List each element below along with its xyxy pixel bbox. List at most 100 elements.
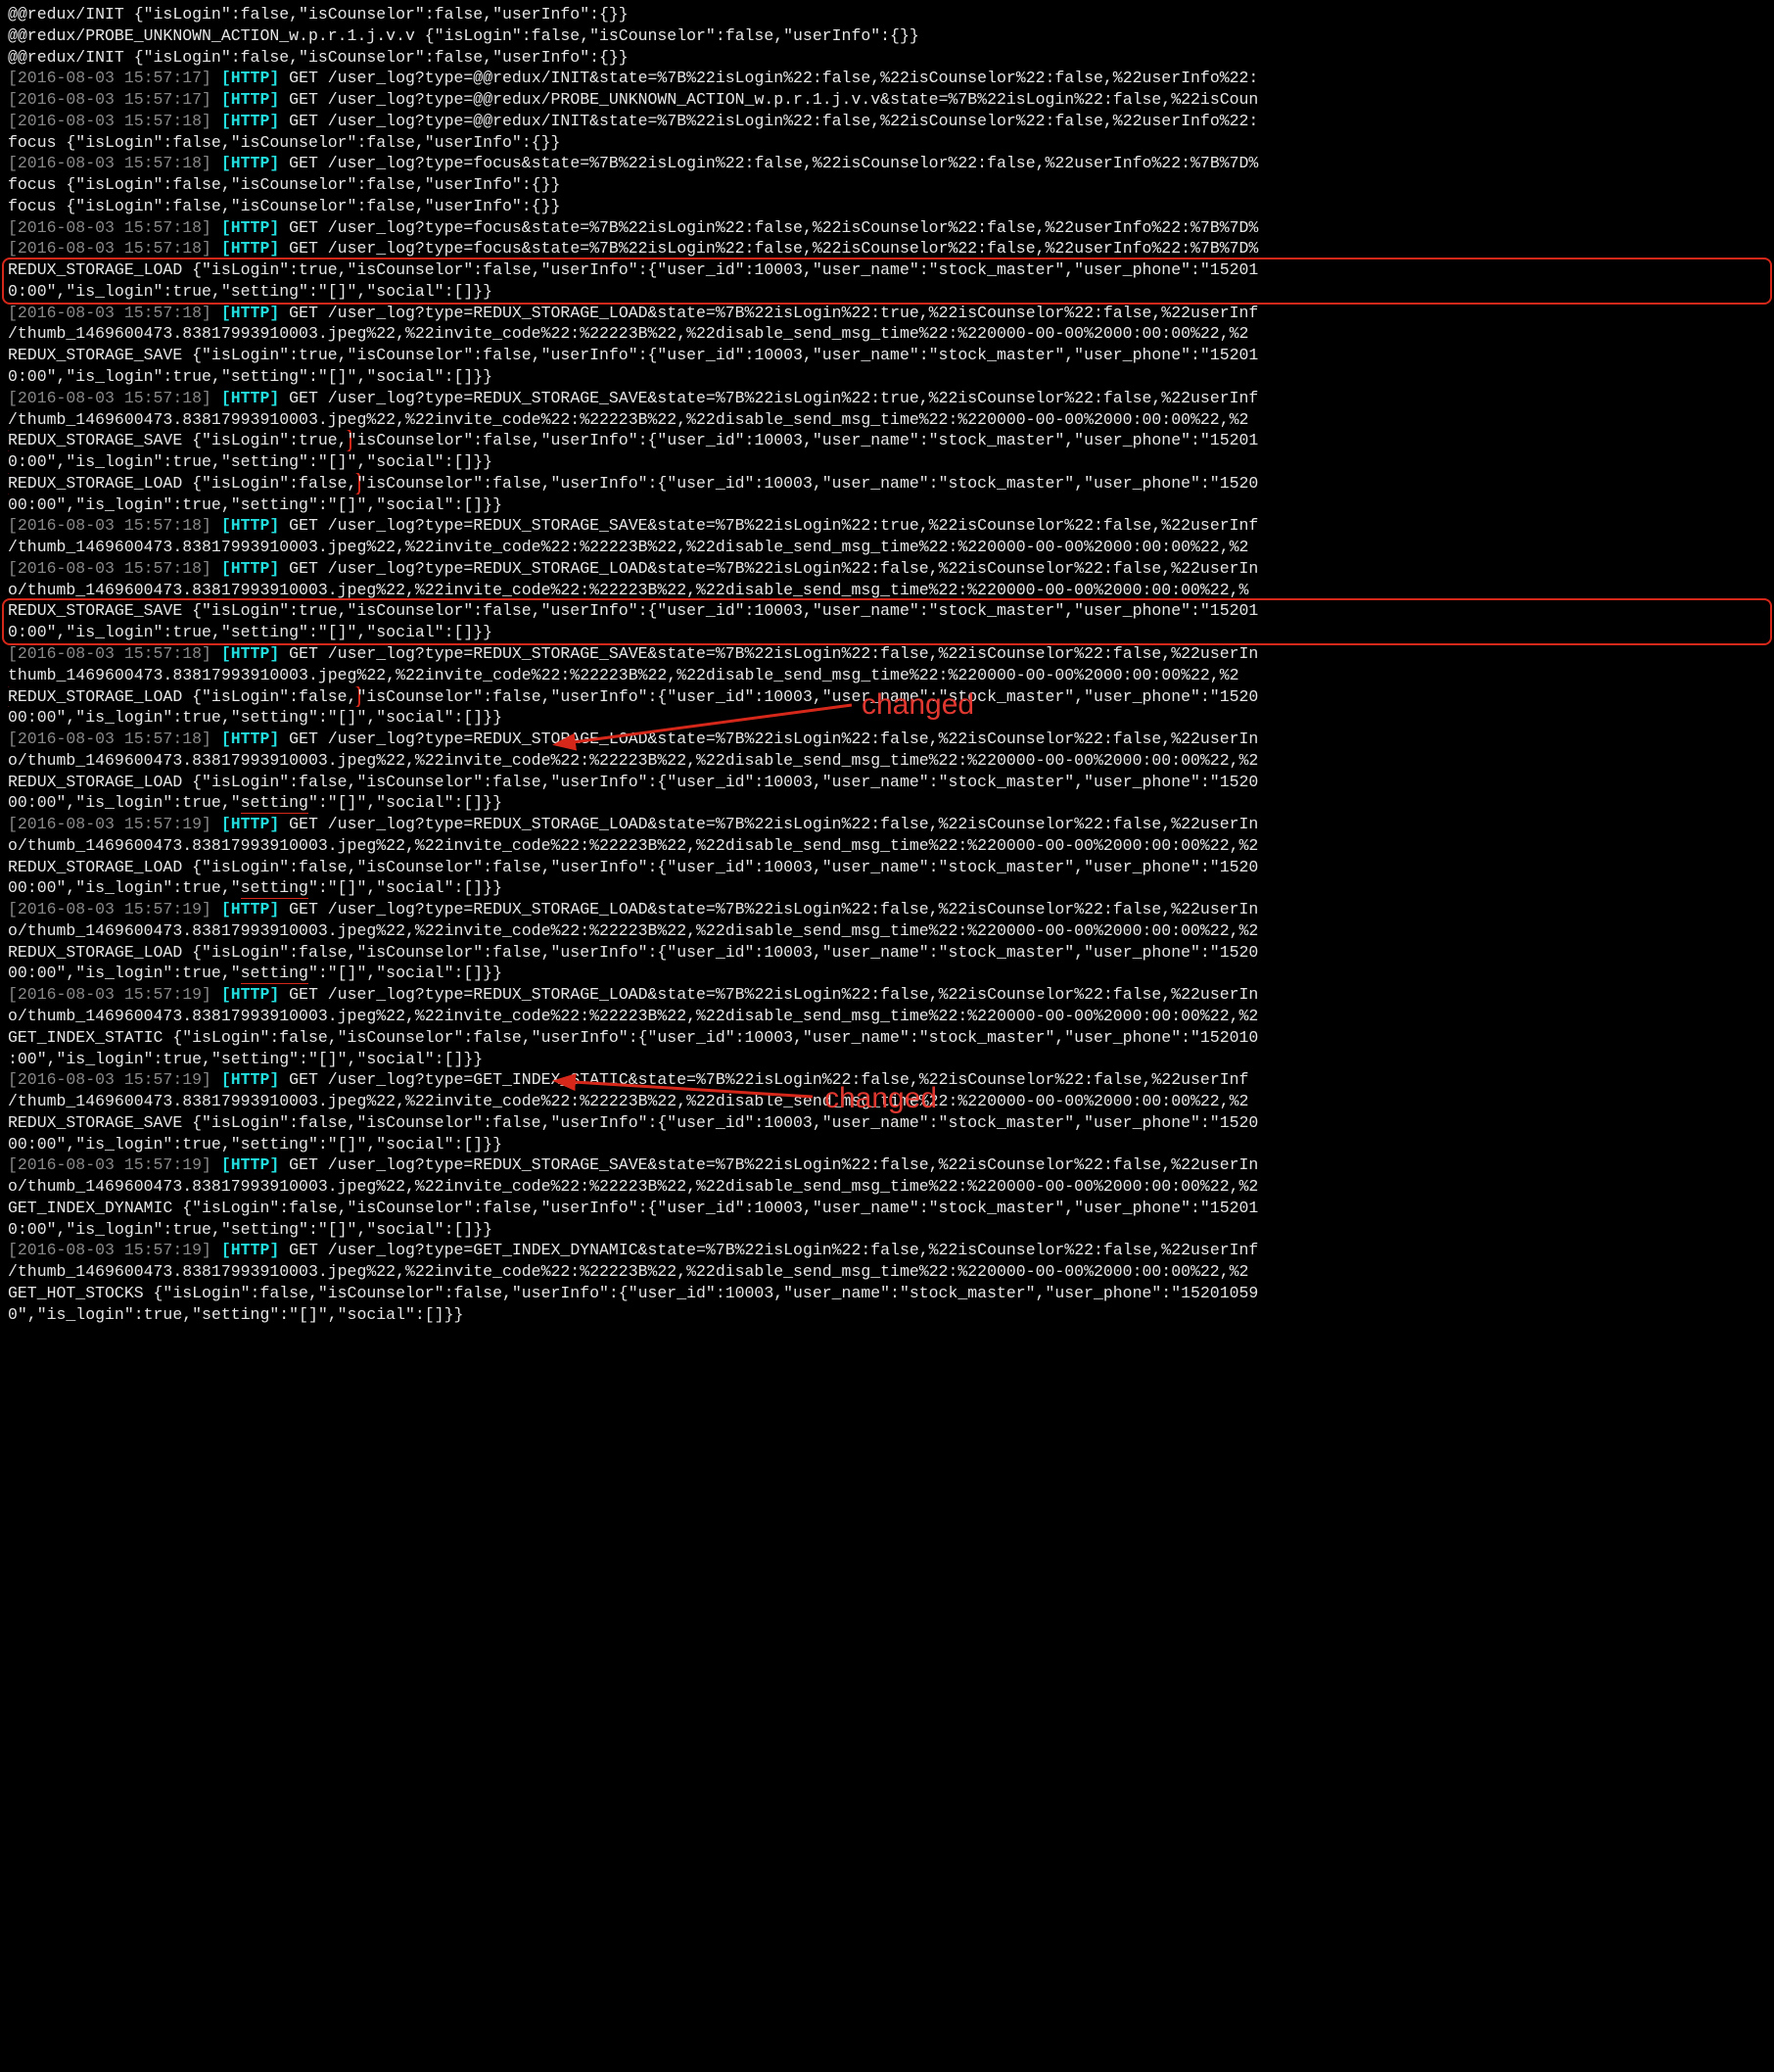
highlight-box: REDUX_STORAGE_LOAD {"isLogin":true,"isCo…: [2, 258, 1772, 305]
http-tag: [HTTP]: [221, 112, 279, 130]
log-text: REDUX_STORAGE_LOAD {": [8, 858, 211, 876]
log-text: REDUX_STORAGE_SAVE {"isLogin":true,"isCo…: [8, 601, 1258, 620]
log-line: o/thumb_1469600473.83817993910003.jpeg%2…: [8, 1176, 1766, 1198]
underline-highlight: setting: [241, 964, 308, 984]
log-text: 00:00","is_login":true,": [8, 964, 241, 982]
log-text: GET /user_log?type=focus&state=%7B%22isL…: [279, 154, 1258, 172]
http-tag: [HTTP]: [221, 516, 279, 535]
log-text: 0:00","is_login":true,"setting":"[]","so…: [8, 282, 492, 301]
log-line: [2016-08-03 15:57:19] [HTTP] GET /user_l…: [8, 984, 1766, 1006]
log-text: GET /user_log?type=REDUX_STORAGE_LOAD&st…: [279, 730, 1258, 748]
timestamp: [2016-08-03 15:57:18]: [8, 559, 211, 578]
log-text: "isCounselor":false,"userInfo":{"user_id…: [356, 687, 1258, 706]
underline-highlight: setting: [241, 793, 308, 814]
log-text: 00:00","is_login":true,"setting":"[]","s…: [8, 708, 502, 727]
terminal-log[interactable]: @@redux/INIT {"isLogin":false,"isCounsel…: [0, 0, 1774, 1344]
highlight-inline: REDUX_STORAGE_LOAD {"isLogin":false,: [8, 473, 360, 494]
timestamp: [2016-08-03 15:57:18]: [8, 516, 211, 535]
log-line: REDUX_STORAGE_LOAD {"isLogin":false,"isC…: [8, 473, 1766, 494]
log-line: o/thumb_1469600473.83817993910003.jpeg%2…: [8, 835, 1766, 857]
log-line: @@redux/INIT {"isLogin":false,"isCounsel…: [8, 47, 1766, 69]
log-line: REDUX_STORAGE_LOAD {"isLogin":false,"isC…: [8, 942, 1766, 964]
log-line: [2016-08-03 15:57:19] [HTTP] GET /user_l…: [8, 899, 1766, 920]
log-line: /thumb_1469600473.83817993910003.jpeg%22…: [8, 409, 1766, 431]
highlight-inline: REDUX_STORAGE_SAVE {"isLogin":true,: [8, 430, 351, 451]
log-line: REDUX_STORAGE_SAVE {"isLogin":true,"isCo…: [8, 430, 1766, 451]
log-line: [2016-08-03 15:57:18] [HTTP] GET /user_l…: [8, 515, 1766, 537]
log-line: 0:00","is_login":true,"setting":"[]","so…: [8, 451, 1766, 473]
http-tag: [HTTP]: [221, 218, 279, 237]
log-line: 00:00","is_login":true,"setting":"[]","s…: [8, 792, 1766, 814]
log-text: "isCounselor":false,"userInfo":{"user_id…: [356, 474, 1258, 493]
log-line: REDUX_STORAGE_LOAD {"isLogin":false,"isC…: [8, 772, 1766, 793]
log-line: [2016-08-03 15:57:17] [HTTP] GET /user_l…: [8, 68, 1766, 89]
log-text: o/thumb_1469600473.83817993910003.jpeg%2…: [8, 751, 1258, 770]
log-text: REDUX_STORAGE_LOAD {": [8, 943, 211, 962]
log-line: REDUX_STORAGE_LOAD {"isLogin":false,"isC…: [8, 686, 1766, 708]
log-text: o/thumb_1469600473.83817993910003.jpeg%2…: [8, 1177, 1258, 1196]
log-line: focus {"isLogin":false,"isCounselor":fal…: [8, 174, 1766, 196]
timestamp: [2016-08-03 15:57:19]: [8, 900, 211, 918]
log-text: @@redux/INIT {"isLogin":false,"isCounsel…: [8, 48, 629, 67]
log-text: /thumb_1469600473.83817993910003.jpeg%22…: [8, 410, 1248, 429]
log-line: GET_INDEX_STATIC {"isLogin":false,"isCou…: [8, 1027, 1766, 1049]
log-line: 00:00","is_login":true,"setting":"[]","s…: [8, 707, 1766, 729]
log-text: :00","is_login":true,"setting":"[]","soc…: [8, 1050, 483, 1068]
log-text: 0:00","is_login":true,"setting":"[]","so…: [8, 1220, 492, 1239]
log-line: GET_HOT_STOCKS {"isLogin":false,"isCouns…: [8, 1283, 1766, 1304]
log-line: 0:00","is_login":true,"setting":"[]","so…: [8, 281, 1766, 303]
log-line: /thumb_1469600473.83817993910003.jpeg%22…: [8, 537, 1766, 558]
timestamp: [2016-08-03 15:57:18]: [8, 218, 211, 237]
log-text: ":"[]","social":[]}}: [308, 878, 502, 897]
log-text: 00:00","is_login":true,": [8, 793, 241, 812]
log-text: /thumb_1469600473.83817993910003.jpeg%22…: [8, 1092, 1248, 1110]
log-line: o/thumb_1469600473.83817993910003.jpeg%2…: [8, 920, 1766, 942]
log-line: [2016-08-03 15:57:18] [HTTP] GET /user_l…: [8, 111, 1766, 132]
log-text: GET /user_log?type=GET_INDEX_DYNAMIC&sta…: [279, 1241, 1258, 1259]
log-line: 0:00","is_login":true,"setting":"[]","so…: [8, 1219, 1766, 1241]
log-text: GET /user_log?type=REDUX_STORAGE_SAVE&st…: [279, 516, 1258, 535]
log-text: REDUX_STORAGE_SAVE {"isLogin":true,"isCo…: [8, 346, 1258, 364]
http-tag: [HTTP]: [221, 69, 279, 87]
log-text: GET_INDEX_DYNAMIC {"isLogin":false,"isCo…: [8, 1199, 1258, 1217]
timestamp: [2016-08-03 15:57:17]: [8, 90, 211, 109]
log-line: [2016-08-03 15:57:17] [HTTP] GET /user_l…: [8, 89, 1766, 111]
log-text: GET /user_log?type=REDUX_STORAGE_LOAD&st…: [279, 559, 1258, 578]
log-line: o/thumb_1469600473.83817993910003.jpeg%2…: [8, 1006, 1766, 1027]
log-text: GET /user_log?type=REDUX_STORAGE_SAVE&st…: [279, 389, 1258, 407]
log-text: ":"[]","social":[]}}: [308, 793, 502, 812]
log-line: :00","is_login":true,"setting":"[]","soc…: [8, 1049, 1766, 1070]
log-line: 0","is_login":true,"setting":"[]","socia…: [8, 1304, 1766, 1326]
log-line: [2016-08-03 15:57:18] [HTTP] GET /user_l…: [8, 217, 1766, 239]
timestamp: [2016-08-03 15:57:18]: [8, 154, 211, 172]
log-line: [2016-08-03 15:57:18] [HTTP] GET /user_l…: [8, 153, 1766, 174]
log-line: o/thumb_1469600473.83817993910003.jpeg%2…: [8, 580, 1766, 601]
http-tag: [HTTP]: [221, 304, 279, 322]
log-line: @@redux/INIT {"isLogin":false,"isCounsel…: [8, 4, 1766, 25]
log-line: 00:00","is_login":true,"setting":"[]","s…: [8, 494, 1766, 516]
log-line: [2016-08-03 15:57:18] [HTTP] GET /user_l…: [8, 558, 1766, 580]
timestamp: [2016-08-03 15:57:18]: [8, 389, 211, 407]
log-line: 00:00","is_login":true,"setting":"[]","s…: [8, 1134, 1766, 1155]
log-text: REDUX_STORAGE_LOAD {": [8, 773, 211, 791]
log-text: /thumb_1469600473.83817993910003.jpeg%22…: [8, 1262, 1248, 1281]
http-tag: [HTTP]: [221, 1070, 279, 1089]
log-text: ,"isCounselor":false,"userInfo":{"user_i…: [348, 858, 1259, 876]
log-text: GET /user_log?type=focus&state=%7B%22isL…: [279, 218, 1258, 237]
log-text: GET /user_log?type=REDUX_STORAGE_LOAD&st…: [279, 900, 1258, 918]
log-text: 0:00","is_login":true,"setting":"[]","so…: [8, 623, 492, 641]
log-text: GET_INDEX_STATIC {"isLogin":false,"isCou…: [8, 1028, 1258, 1047]
log-line: [2016-08-03 15:57:19] [HTTP] GET /user_l…: [8, 1154, 1766, 1176]
log-text: /thumb_1469600473.83817993910003.jpeg%22…: [8, 538, 1248, 556]
underline-highlight: isLogin":false,: [211, 943, 357, 964]
log-line: thumb_1469600473.83817993910003.jpeg%22,…: [8, 665, 1766, 686]
log-line: [2016-08-03 15:57:18] [HTTP] GET /user_l…: [8, 388, 1766, 409]
timestamp: [2016-08-03 15:57:19]: [8, 1070, 211, 1089]
log-text: GET /user_log?type=@@redux/PROBE_UNKNOWN…: [279, 90, 1258, 109]
underline-highlight: isLogin":false,: [211, 773, 357, 793]
log-text: /thumb_1469600473.83817993910003.jpeg%22…: [8, 324, 1248, 343]
http-tag: [HTTP]: [221, 644, 279, 663]
http-tag: [HTTP]: [221, 239, 279, 258]
log-text: @@redux/INIT {"isLogin":false,"isCounsel…: [8, 5, 629, 24]
log-text: GET /user_log?type=GET_INDEX_STATIC&stat…: [279, 1070, 1248, 1089]
